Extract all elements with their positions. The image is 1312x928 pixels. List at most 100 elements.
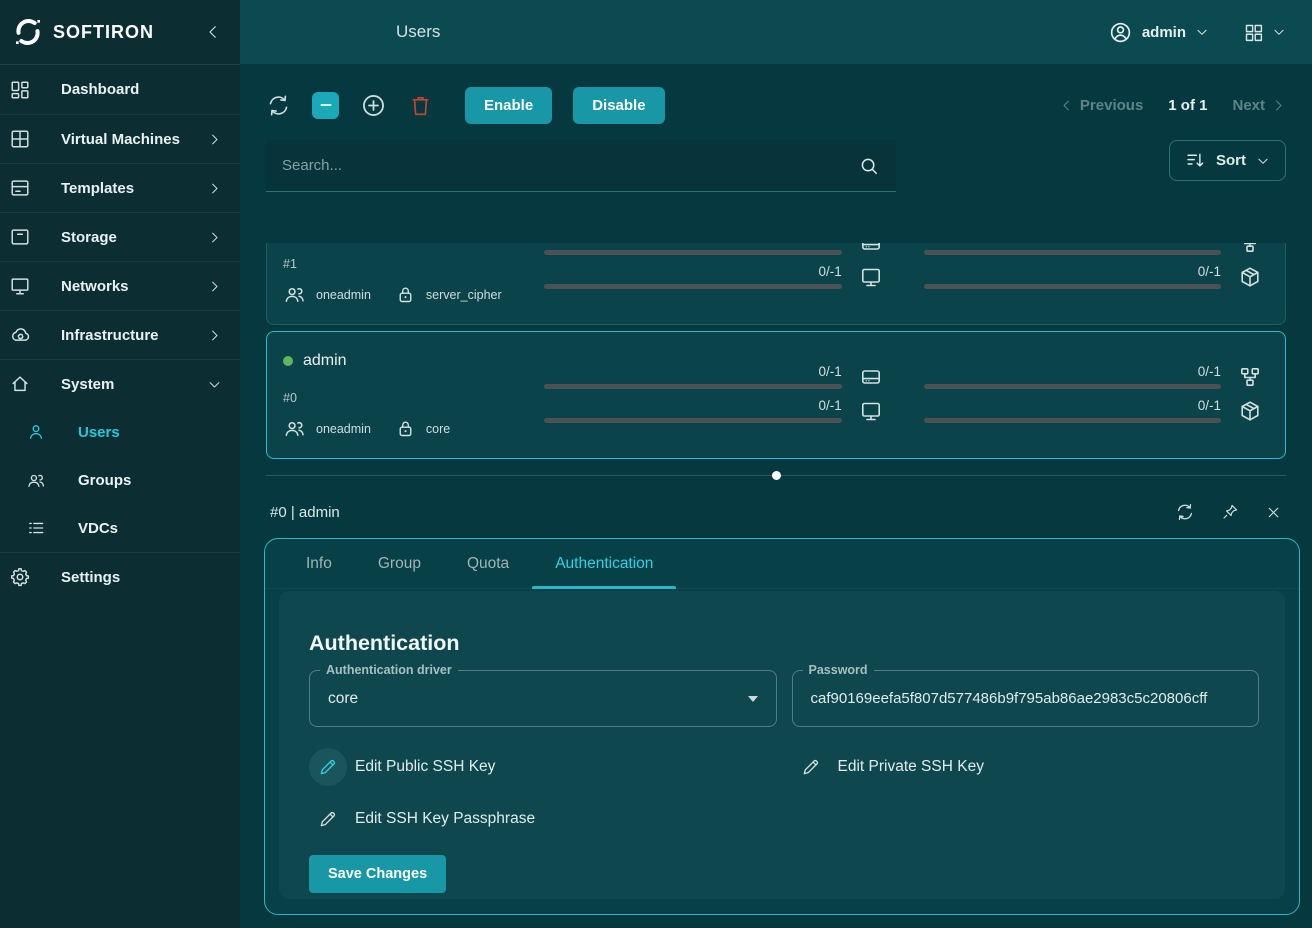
detail-header: #0 | admin: [270, 494, 1282, 530]
tab-info[interactable]: Info: [283, 539, 355, 588]
templates-icon: [8, 177, 32, 199]
owner-group: oneadmin: [316, 288, 371, 302]
sidebar-item-dashboard[interactable]: Dashboard: [0, 65, 240, 114]
sidebar-item-label: Storage: [61, 229, 117, 246]
sidebar-item-storage[interactable]: Storage: [0, 212, 240, 261]
tab-label: Authentication: [555, 555, 653, 573]
user-circle-icon: [1108, 20, 1133, 45]
carousel-scrollbar: [266, 471, 1286, 481]
user-card-0[interactable]: admin #0 oneadmin core 0/-1: [266, 331, 1286, 459]
detail-tabs: Info Group Quota Authentication: [265, 539, 1299, 589]
edit-private-ssh-key-button[interactable]: Edit Private SSH Key: [792, 747, 1260, 787]
detail-refresh-button[interactable]: [1175, 502, 1195, 522]
edit-private-ssh-key-label: Edit Private SSH Key: [838, 758, 984, 776]
search-box: [266, 140, 896, 192]
gear-icon: [8, 566, 32, 588]
quota-bar: [924, 284, 1221, 289]
username: admin: [1142, 24, 1186, 41]
sort-label: Sort: [1216, 152, 1246, 169]
deselect-button[interactable]: [312, 92, 339, 119]
create-user-button[interactable]: [360, 92, 387, 119]
password-input[interactable]: [811, 690, 1241, 707]
edit-ssh-key-passphrase-label: Edit SSH Key Passphrase: [355, 810, 535, 828]
scrollbar-thumb[interactable]: [772, 471, 781, 480]
sidebar-item-networks[interactable]: Networks: [0, 261, 240, 310]
next-page-button[interactable]: Next: [1232, 97, 1286, 114]
chevron-left-icon: [1059, 98, 1074, 113]
vm-monitor-icon: [858, 265, 884, 289]
user-id: #0: [283, 391, 544, 406]
vm-monitor-icon: [858, 399, 884, 423]
status-dot: [283, 356, 293, 366]
disable-button[interactable]: Disable: [573, 87, 664, 124]
topbar: Users admin: [240, 0, 1312, 64]
refresh-button[interactable]: [266, 93, 291, 118]
pencil-icon: [792, 748, 830, 786]
sidebar-item-vdcs[interactable]: VDCs: [0, 504, 240, 552]
password-field: Password: [792, 670, 1260, 727]
sidebar-item-infrastructure[interactable]: Infrastructure: [0, 310, 240, 359]
search-icon[interactable]: [858, 155, 880, 177]
quota-value: 0/-1: [544, 364, 841, 379]
groups-icon: [26, 470, 46, 491]
network-tree-icon: [1237, 365, 1263, 389]
edit-public-ssh-key-button[interactable]: Edit Public SSH Key: [309, 747, 777, 787]
sidebar-item-settings[interactable]: Settings: [0, 552, 240, 601]
user-card-1[interactable]: #1 oneadmin server_cipher 0/-1: [266, 243, 1286, 325]
pin-button[interactable]: [1221, 503, 1239, 521]
sidebar-item-users[interactable]: Users: [0, 408, 240, 456]
authentication-heading: Authentication: [309, 631, 1259, 656]
quota-bar: [924, 418, 1221, 423]
close-button[interactable]: [1265, 504, 1282, 521]
auth-driver-select[interactable]: Authentication driver core: [309, 670, 777, 727]
chevron-right-icon: [207, 132, 222, 147]
pagination: Previous 1 of 1 Next: [1059, 97, 1286, 114]
storage-icon: [8, 226, 32, 248]
toolbar: Enable Disable Previous 1 of 1 Next: [266, 85, 1286, 125]
enable-button[interactable]: Enable: [465, 87, 552, 124]
detail-title: #0 | admin: [270, 504, 340, 521]
main-content: Enable Disable Previous 1 of 1 Next Sort: [240, 64, 1312, 928]
logo-row: SOFTIRON: [0, 0, 240, 64]
tab-label: Quota: [467, 555, 509, 573]
quota-value: 0/-1: [924, 264, 1221, 279]
minus-icon: [316, 95, 336, 115]
group-icon: [283, 283, 306, 306]
auth-driver: core: [426, 422, 450, 436]
tab-authentication[interactable]: Authentication: [532, 539, 676, 588]
edit-ssh-key-passphrase-button[interactable]: Edit SSH Key Passphrase: [309, 799, 777, 839]
sidebar-collapse-button[interactable]: [204, 23, 222, 41]
tab-label: Info: [306, 555, 332, 573]
chevron-down-icon: [207, 377, 222, 392]
chevron-right-icon: [207, 181, 222, 196]
save-changes-button[interactable]: Save Changes: [309, 855, 446, 893]
sidebar-item-label: System: [61, 376, 114, 393]
auth-driver-label: Authentication driver: [320, 663, 458, 677]
page-title: Users: [396, 22, 440, 42]
sidebar-item-virtual-machines[interactable]: Virtual Machines: [0, 114, 240, 163]
page-info: 1 of 1: [1168, 97, 1207, 114]
quota-bar: [924, 384, 1221, 389]
tab-quota[interactable]: Quota: [444, 539, 532, 588]
delete-button[interactable]: [408, 93, 433, 118]
user-menu-button[interactable]: admin: [1108, 20, 1209, 45]
sidebar-item-label: Dashboard: [61, 81, 139, 98]
sidebar-item-templates[interactable]: Templates: [0, 163, 240, 212]
networks-icon: [8, 275, 32, 297]
owner-group: oneadmin: [316, 422, 371, 436]
sidebar-item-label: VDCs: [78, 520, 118, 537]
pencil-icon: [309, 748, 347, 786]
previous-page-button[interactable]: Previous: [1059, 97, 1143, 114]
sidebar-item-groups[interactable]: Groups: [0, 456, 240, 504]
softiron-logo-icon: [12, 16, 44, 48]
sidebar-item-label: Virtual Machines: [61, 131, 180, 148]
sidebar-item-system[interactable]: System: [0, 359, 240, 408]
sidebar-item-label: Settings: [61, 569, 120, 586]
search-input[interactable]: [282, 157, 858, 174]
sort-button[interactable]: Sort: [1169, 140, 1286, 181]
lock-icon: [395, 418, 416, 439]
sidebar-nav: Dashboard Virtual Machines Templates Sto…: [0, 65, 240, 601]
datastore-icon: [858, 365, 884, 389]
tab-group[interactable]: Group: [355, 539, 444, 588]
apps-menu-button[interactable]: [1243, 22, 1286, 43]
